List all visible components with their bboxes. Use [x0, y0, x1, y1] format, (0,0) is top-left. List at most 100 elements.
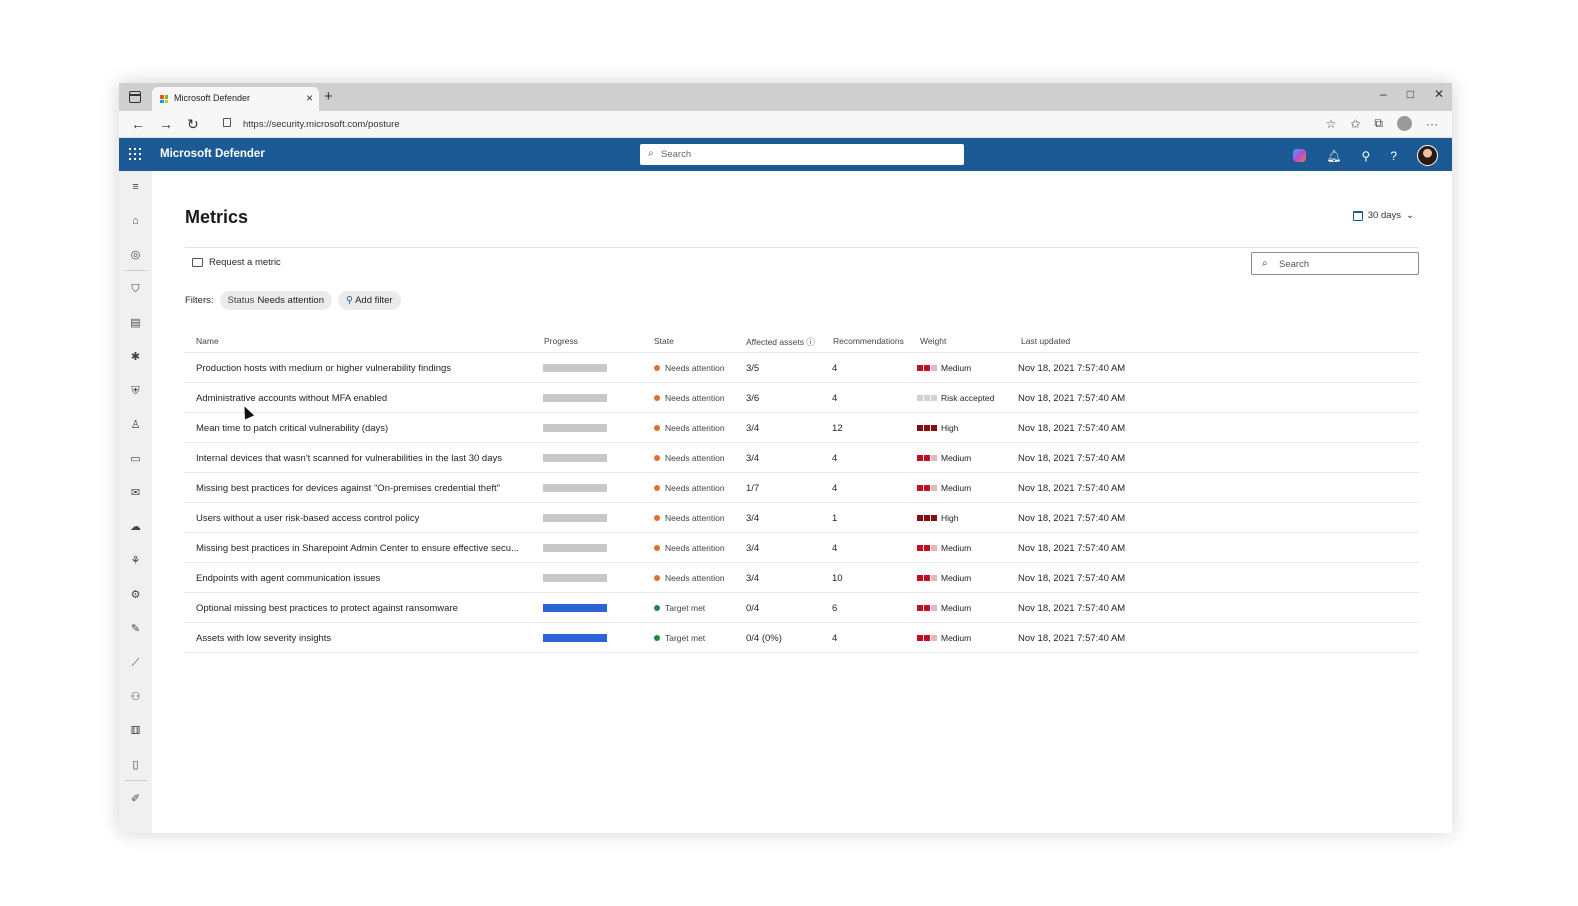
close-window-button[interactable]: ✕: [1434, 87, 1444, 101]
minimize-button[interactable]: –: [1380, 87, 1387, 101]
table-row[interactable]: Production hosts with medium or higher v…: [185, 353, 1419, 383]
column-header-affected-assets[interactable]: Affected assets ⓘ: [746, 336, 815, 348]
info-icon[interactable]: ⓘ: [806, 337, 815, 347]
mail-icon[interactable]: ✉: [129, 487, 142, 500]
status-filter-pill[interactable]: Status Needs attention: [219, 291, 332, 310]
last-updated-value: Nov 18, 2021 7:57:40 AM: [1018, 393, 1126, 404]
metric-name[interactable]: Optional missing best practices to prote…: [196, 603, 534, 614]
metric-name[interactable]: Assets with low severity insights: [196, 633, 534, 644]
shield-check-icon[interactable]: ⛨: [129, 385, 142, 398]
state-label: Needs attention: [665, 483, 725, 493]
maximize-button[interactable]: □: [1407, 87, 1414, 101]
network-icon[interactable]: ⚘: [129, 555, 142, 568]
profile-icon[interactable]: [1397, 116, 1412, 131]
app-launcher-icon[interactable]: [129, 148, 141, 160]
bell-icon[interactable]: 🔔︎: [1326, 149, 1341, 163]
column-header-state[interactable]: State: [654, 336, 674, 346]
table-row[interactable]: Mean time to patch critical vulnerabilit…: [185, 413, 1419, 443]
comment-icon: [192, 258, 203, 267]
wand-icon[interactable]: ✎: [129, 623, 142, 636]
header-tools: 🔔︎ ⚲ ?: [1293, 145, 1438, 166]
shield-icon[interactable]: ⛉: [129, 283, 142, 296]
bug-icon[interactable]: ✱: [129, 351, 142, 364]
copilot-icon[interactable]: [1293, 149, 1307, 162]
recommendations-value: 1: [832, 513, 838, 524]
column-header-last-updated[interactable]: Last updated: [1021, 336, 1070, 346]
link-icon[interactable]: ⚲: [1362, 149, 1371, 163]
table-row[interactable]: Missing best practices for devices again…: [185, 473, 1419, 503]
weight-level-icon: [917, 545, 937, 551]
table-row[interactable]: Endpoints with agent communication issue…: [185, 563, 1419, 593]
status-dot-icon: [654, 365, 660, 371]
progress-bar: [543, 364, 607, 372]
metrics-search-input[interactable]: ⌕ Search: [1251, 252, 1419, 275]
column-header-weight[interactable]: Weight: [920, 336, 946, 346]
date-range-picker[interactable]: 30 days ⌄: [1352, 210, 1414, 221]
weight-badge: Medium: [917, 633, 971, 643]
forward-icon[interactable]: →: [159, 116, 173, 132]
menu-icon[interactable]: ≡: [129, 181, 142, 194]
user-icon[interactable]: ♙: [129, 419, 142, 432]
url-field[interactable]: https://security.microsoft.com/posture: [243, 119, 400, 130]
column-header-progress[interactable]: Progress: [544, 336, 578, 346]
progress-bar: [543, 574, 607, 582]
identity-icon[interactable]: ⚇: [129, 691, 142, 704]
progress-bar: [543, 484, 607, 492]
column-header-name[interactable]: Name: [196, 336, 219, 346]
edit-icon[interactable]: ✐: [129, 793, 142, 806]
add-filter-button[interactable]: ⚲ Add filter: [337, 291, 401, 310]
tab-close-icon[interactable]: ×: [306, 91, 313, 105]
state-label: Needs attention: [665, 363, 725, 373]
address-bar-tools: ☆ ✩ ⧉ ···: [1326, 116, 1438, 131]
radar-icon[interactable]: ◎: [129, 249, 142, 262]
metric-name[interactable]: Mean time to patch critical vulnerabilit…: [196, 423, 534, 434]
device-icon[interactable]: ▭: [129, 453, 142, 466]
avatar[interactable]: [1417, 145, 1438, 166]
metric-name[interactable]: Missing best practices for devices again…: [196, 483, 534, 494]
table-row[interactable]: Administrative accounts without MFA enab…: [185, 383, 1419, 413]
column-header-recommendations[interactable]: Recommendations: [833, 336, 904, 346]
metric-name[interactable]: Users without a user risk-based access c…: [196, 513, 534, 524]
report-icon[interactable]: ▤: [129, 317, 142, 330]
new-tab-button[interactable]: +: [324, 88, 333, 105]
cloud-icon[interactable]: ☁: [129, 521, 142, 534]
chart-icon[interactable]: ⟋: [129, 657, 142, 670]
table-row[interactable]: Missing best practices in Sharepoint Adm…: [185, 533, 1419, 563]
request-metric-button[interactable]: Request a metric: [192, 257, 281, 268]
state-label: Needs attention: [665, 393, 725, 403]
back-icon[interactable]: ←: [131, 116, 145, 132]
table-row[interactable]: Users without a user risk-based access c…: [185, 503, 1419, 533]
gear-icon[interactable]: ⚙: [129, 589, 142, 602]
browser-tab[interactable]: Microsoft Defender ×: [152, 87, 319, 111]
home-icon[interactable]: ⌂: [129, 215, 142, 228]
metric-name[interactable]: Internal devices that wasn't scanned for…: [196, 453, 534, 464]
weight-label: Medium: [941, 573, 972, 583]
tab-actions-icon[interactable]: [129, 91, 141, 103]
book-icon[interactable]: ▯: [129, 759, 142, 772]
help-icon[interactable]: ?: [1390, 149, 1397, 163]
collections-icon[interactable]: ⧉: [1374, 116, 1383, 131]
favorites-icon[interactable]: ✩: [1350, 117, 1360, 131]
progress-bar: [543, 394, 607, 402]
table-row[interactable]: Optional missing best practices to prote…: [185, 593, 1419, 623]
global-search-input[interactable]: ⌕ Search: [640, 144, 964, 165]
app-name[interactable]: Microsoft Defender: [160, 148, 265, 160]
metric-name[interactable]: Endpoints with agent communication issue…: [196, 573, 534, 584]
refresh-icon[interactable]: ↻: [187, 116, 199, 133]
more-icon[interactable]: ···: [1426, 117, 1438, 131]
state-badge: Needs attention: [654, 513, 725, 523]
tab-title: Microsoft Defender: [174, 93, 251, 103]
weight-level-icon: [917, 515, 937, 521]
table-row[interactable]: Assets with low severity insights Target …: [185, 623, 1419, 653]
metric-name[interactable]: Missing best practices in Sharepoint Adm…: [196, 543, 534, 554]
state-label: Needs attention: [665, 543, 725, 553]
metric-name[interactable]: Administrative accounts without MFA enab…: [196, 393, 534, 404]
progress-bar: [543, 424, 607, 432]
table-row[interactable]: Internal devices that wasn't scanned for…: [185, 443, 1419, 473]
search-icon: ⌕: [648, 148, 654, 159]
add-favorite-icon[interactable]: ☆: [1326, 117, 1337, 131]
status-dot-icon: [654, 515, 660, 521]
state-label: Needs attention: [665, 573, 725, 583]
metric-name[interactable]: Production hosts with medium or higher v…: [196, 363, 534, 374]
puzzle-icon[interactable]: ⚅: [129, 725, 142, 738]
